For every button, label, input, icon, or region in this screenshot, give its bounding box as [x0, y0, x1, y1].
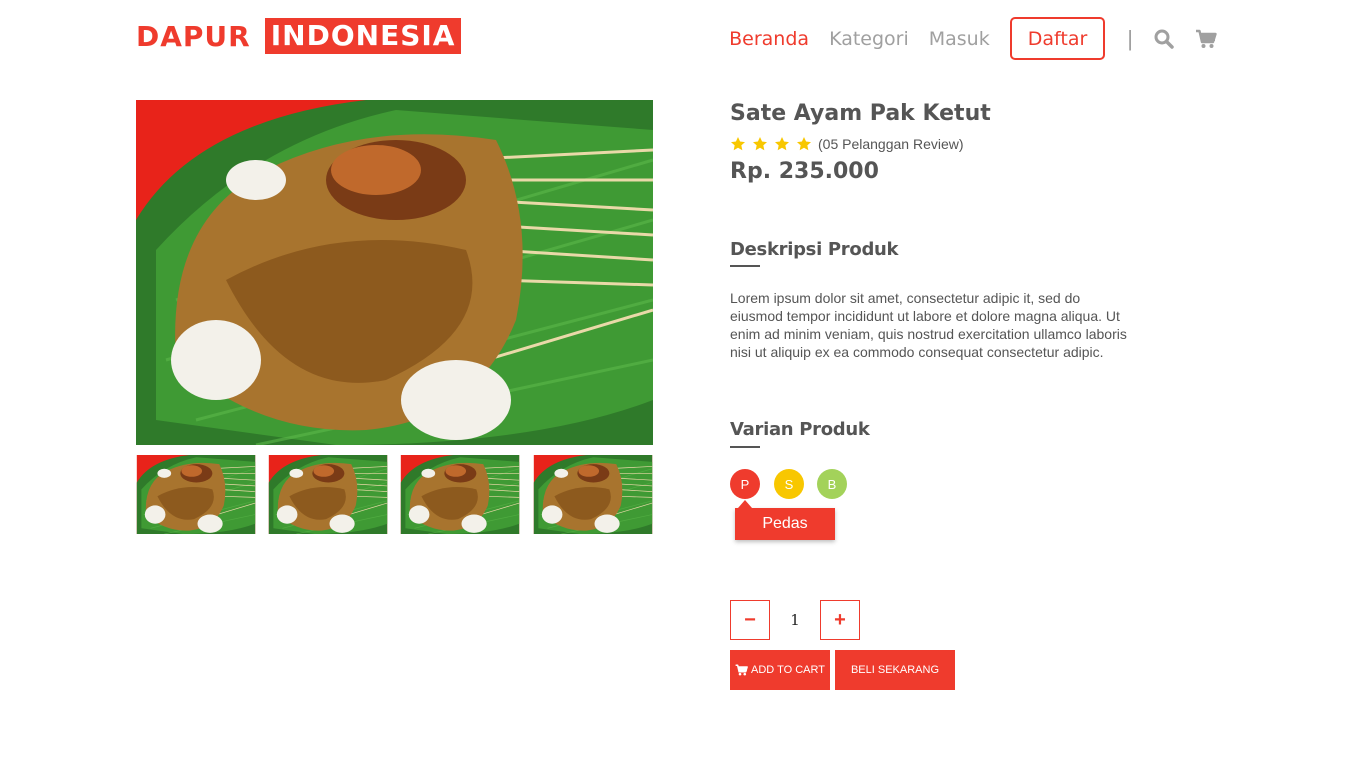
nav-separator: | — [1127, 25, 1133, 51]
variant-option-s[interactable]: S — [774, 469, 804, 499]
quantity-input[interactable] — [776, 605, 814, 635]
product-price: Rp. 235.000 — [730, 159, 879, 184]
add-to-cart-label: ADD TO CART — [751, 664, 825, 676]
cart-icon — [735, 664, 748, 676]
buy-now-button[interactable]: BELI SEKARANG — [835, 650, 955, 690]
variant-heading: Varian Produk — [730, 419, 870, 440]
brand-logo-text-indonesia: INDONESIA — [264, 18, 462, 54]
daftar-button[interactable]: Daftar — [1009, 17, 1106, 60]
product-thumbnail[interactable] — [136, 455, 256, 534]
description-underline — [730, 265, 760, 267]
main-nav: Beranda Kategori Masuk Daftar | — [729, 17, 1217, 60]
star-icon — [774, 136, 790, 152]
nav-link-masuk[interactable]: Masuk — [929, 28, 990, 50]
variant-underline — [730, 446, 760, 448]
product-main-image — [136, 100, 653, 445]
star-icon — [796, 136, 812, 152]
search-icon[interactable] — [1153, 28, 1175, 50]
variant-tooltip: Pedas — [735, 500, 835, 540]
product-title: Sate Ayam Pak Ketut — [730, 101, 991, 126]
add-to-cart-button[interactable]: ADD TO CART — [730, 650, 830, 690]
nav-link-kategori[interactable]: Kategori — [829, 28, 909, 50]
description-heading: Deskripsi Produk — [730, 239, 899, 260]
product-description: Lorem ipsum dolor sit amet, consectetur … — [730, 290, 1127, 360]
review-count: (05 Pelanggan Review) — [818, 136, 964, 152]
brand-logo[interactable]: DAPUR INDONESIA — [136, 17, 462, 55]
star-icon — [730, 136, 746, 152]
quantity-decrease-button[interactable]: − — [730, 600, 770, 640]
cart-icon[interactable] — [1195, 28, 1217, 50]
star-icon — [752, 136, 768, 152]
brand-logo-text-dapur: DAPUR — [136, 19, 251, 53]
nav-link-beranda[interactable]: Beranda — [729, 28, 809, 50]
product-thumbnail[interactable] — [533, 455, 653, 534]
product-rating: (05 Pelanggan Review) — [730, 134, 964, 154]
quantity-increase-button[interactable]: + — [820, 600, 860, 640]
variant-option-b[interactable]: B — [817, 469, 847, 499]
product-thumbnail[interactable] — [268, 455, 388, 534]
variant-option-pedas[interactable]: P — [730, 469, 760, 499]
product-thumbnail[interactable] — [400, 455, 520, 534]
